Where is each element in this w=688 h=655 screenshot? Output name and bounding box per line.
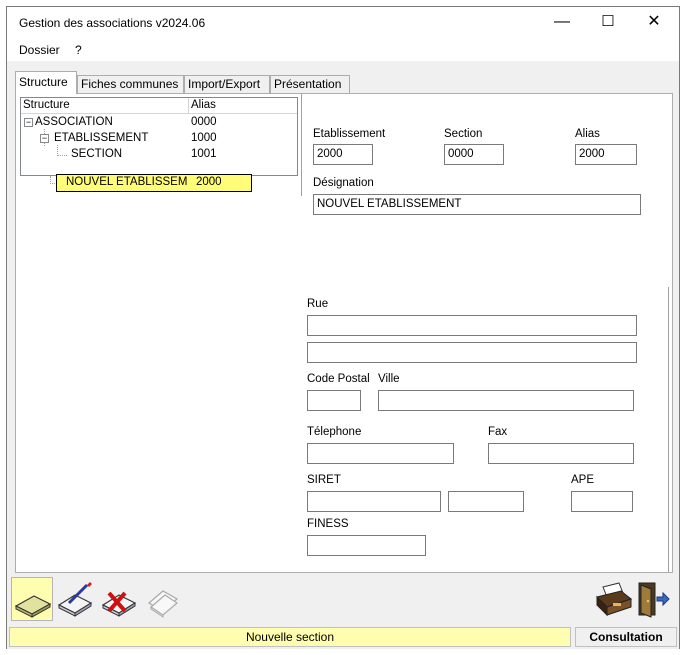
tab-structure[interactable]: Structure xyxy=(15,71,77,94)
minimize-button[interactable]: — xyxy=(539,7,585,39)
code-postal-field[interactable] xyxy=(307,390,361,411)
tree-row-name: ASSOCIATION xyxy=(35,116,113,128)
print-button[interactable] xyxy=(593,577,635,621)
rue-field-line1[interactable] xyxy=(307,315,637,336)
rue-field-line2[interactable] xyxy=(307,342,637,363)
menu-dossier[interactable]: Dossier xyxy=(19,43,60,57)
siret-label: SIRET xyxy=(307,474,341,486)
new-record-icon xyxy=(14,595,52,618)
rue-label: Rue xyxy=(307,298,329,310)
edit-record-icon xyxy=(57,582,93,617)
toolbar xyxy=(7,573,679,625)
tree-row-name: SECTION xyxy=(71,148,123,160)
print-icon xyxy=(596,582,633,617)
tree-row-alias: 0000 xyxy=(191,116,217,128)
status-bar: Nouvelle section Consultation xyxy=(7,625,679,649)
tree-row[interactable]: − ETABLISSEMENT 1000 xyxy=(21,131,297,147)
structure-tree[interactable]: Structure Alias − ASSOCIATION 0000 − ETA… xyxy=(20,97,298,176)
edit-record-button[interactable] xyxy=(55,577,97,621)
copy-record-button[interactable] xyxy=(143,577,185,621)
tree-column-alias[interactable]: Alias xyxy=(191,99,216,111)
menu-help[interactable]: ? xyxy=(75,43,82,57)
etablissement-label: Etablissement xyxy=(313,128,386,140)
menu-bar: Dossier ? xyxy=(7,39,679,61)
column-divider[interactable] xyxy=(188,98,189,114)
copy-record-icon xyxy=(147,590,179,618)
designation-field[interactable]: NOUVEL ETABLISSEMENT xyxy=(313,194,641,215)
section-label: Section xyxy=(444,128,483,140)
close-button[interactable]: ✕ xyxy=(631,7,677,39)
window-title: Gestion des associations v2024.06 xyxy=(19,16,206,30)
app-window: Gestion des associations v2024.06 — ☐ ✕ … xyxy=(6,6,680,649)
status-message: Nouvelle section xyxy=(9,627,571,647)
designation-label: Désignation xyxy=(313,177,374,189)
status-mode: Consultation xyxy=(575,627,677,647)
new-record-button[interactable] xyxy=(11,577,53,621)
tree-row-alias: 2000 xyxy=(196,176,222,188)
delete-record-button[interactable] xyxy=(99,577,141,621)
tree-row-name: ETABLISSEMENT xyxy=(54,132,149,144)
tree-header: Structure Alias xyxy=(21,98,297,114)
ape-field[interactable] xyxy=(571,491,633,512)
exit-button[interactable] xyxy=(633,577,675,621)
ape-label: APE xyxy=(571,474,595,486)
tab-fiches-communes[interactable]: Fiches communes xyxy=(77,75,184,94)
code-postal-label: Code Postal xyxy=(307,373,370,385)
tree-column-structure[interactable]: Structure xyxy=(23,99,70,111)
finess-field[interactable] xyxy=(307,535,426,556)
tab-import-export[interactable]: Import/Export xyxy=(184,75,270,94)
panel-divider xyxy=(301,94,302,196)
title-bar: Gestion des associations v2024.06 — ☐ ✕ xyxy=(7,7,679,39)
tree-row-alias: 1001 xyxy=(191,148,217,160)
alias-label: Alias xyxy=(575,128,600,140)
tab-presentation[interactable]: Présentation xyxy=(270,75,350,94)
tree-row[interactable]: SECTION 1001 xyxy=(21,147,297,163)
section-field[interactable]: 0000 xyxy=(444,144,504,165)
siret-field-2[interactable] xyxy=(448,491,524,512)
delete-record-icon xyxy=(101,591,137,617)
alias-field[interactable]: 2000 xyxy=(575,144,637,165)
maximize-button[interactable]: ☐ xyxy=(585,7,631,39)
siret-field-1[interactable] xyxy=(307,491,441,512)
tree-row[interactable]: − ASSOCIATION 0000 xyxy=(21,115,297,131)
telephone-label: Télephone xyxy=(307,426,362,438)
ville-label: Ville xyxy=(378,373,400,385)
tree-row-name: NOUVEL ETABLISSEM xyxy=(66,176,188,188)
exit-door-icon xyxy=(638,582,670,618)
panel-divider xyxy=(668,287,669,572)
ville-field[interactable] xyxy=(378,390,634,411)
collapse-icon[interactable]: − xyxy=(24,118,33,127)
fax-label: Fax xyxy=(488,426,508,438)
etablissement-field[interactable]: 2000 xyxy=(313,144,373,165)
fax-field[interactable] xyxy=(488,443,634,464)
tree-row-selected[interactable]: NOUVEL ETABLISSEM 2000 xyxy=(56,174,252,192)
collapse-icon[interactable]: − xyxy=(40,134,49,143)
telephone-field[interactable] xyxy=(307,443,454,464)
structure-panel: Structure Alias − ASSOCIATION 0000 − ETA… xyxy=(15,93,673,573)
tree-row-alias: 1000 xyxy=(191,132,217,144)
finess-label: FINESS xyxy=(307,518,349,530)
